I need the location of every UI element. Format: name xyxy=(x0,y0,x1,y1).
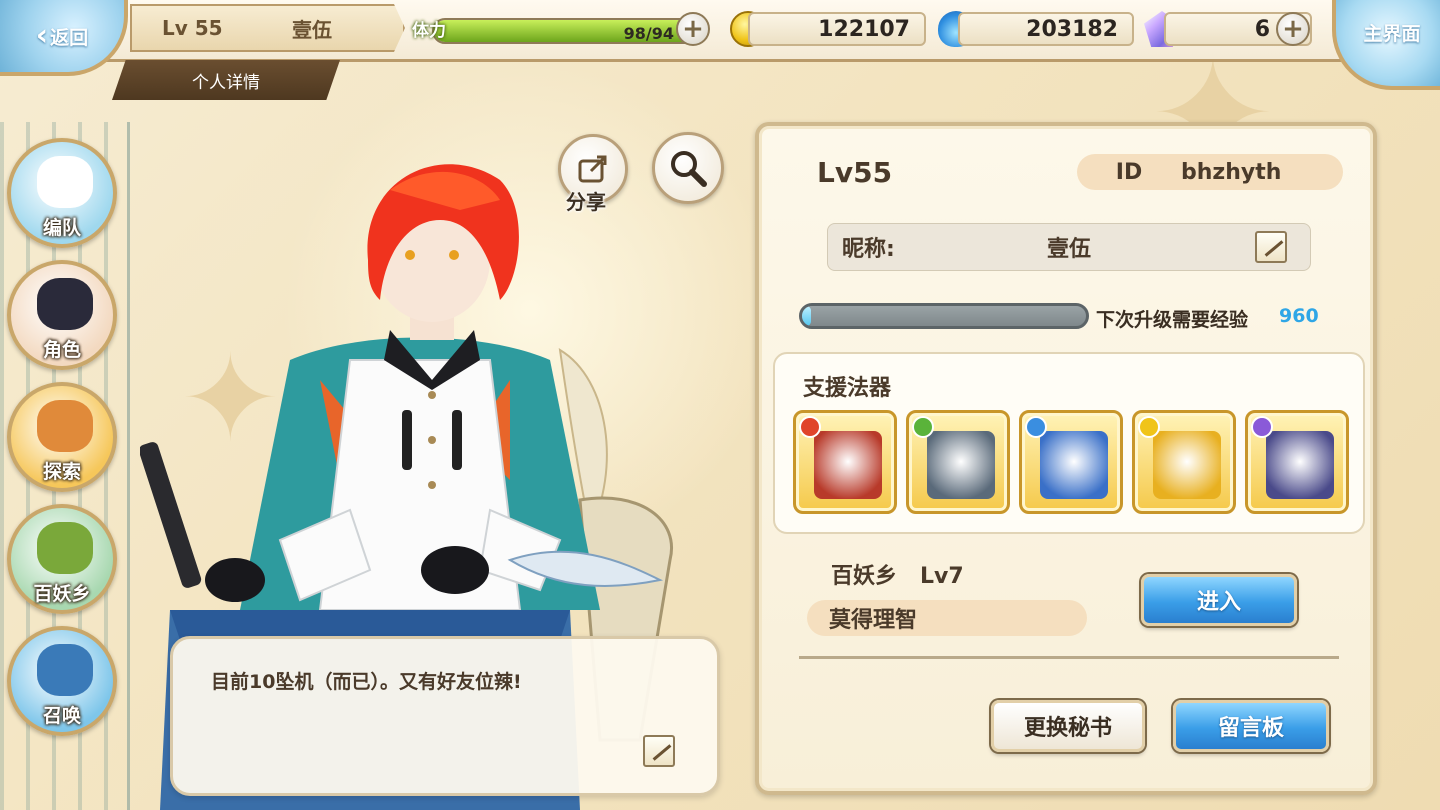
village-icon xyxy=(37,522,93,574)
shield-artifact-icon xyxy=(1040,431,1108,499)
explore-icon xyxy=(37,400,93,452)
support-artifacts-title: 支援法器 xyxy=(803,376,892,401)
enter-village-label: 进入 xyxy=(1196,590,1241,615)
edit-nickname-icon[interactable] xyxy=(1255,231,1287,263)
artifact-slot[interactable] xyxy=(1019,410,1123,514)
nav-character-label: 角色 xyxy=(42,339,81,361)
spirit-counter: 203182 xyxy=(958,12,1134,46)
add-crystal-button[interactable]: + xyxy=(1276,12,1310,46)
profile-id-label: ID xyxy=(1115,159,1143,185)
exp-fill xyxy=(802,306,811,326)
character-icon xyxy=(37,278,93,330)
change-secretary-label: 更换秘书 xyxy=(1023,716,1112,741)
player-level-plate: Lv 55 壹伍 xyxy=(130,4,405,52)
plus-icon: + xyxy=(1282,14,1304,44)
divider xyxy=(799,656,1339,659)
fan-artifact-icon xyxy=(814,431,882,499)
add-stamina-button[interactable]: + xyxy=(676,12,710,46)
message-board-label: 留言板 xyxy=(1217,716,1284,741)
left-nav: 编队 角色 探索 百妖乡 召唤 xyxy=(0,122,130,810)
nav-village[interactable]: 百妖乡 xyxy=(7,504,117,614)
fire-element-icon xyxy=(799,416,821,438)
team-icon xyxy=(37,156,93,208)
back-label: 返回 xyxy=(50,26,89,49)
stamina-value: 98/94 xyxy=(623,24,674,43)
nickname-field: 昵称: 壹伍 xyxy=(827,223,1311,271)
crystal-value: 6 xyxy=(1254,16,1270,42)
share-label: 分享 xyxy=(566,190,606,214)
stamina-label: 体力 xyxy=(412,21,446,41)
yokai-village-level: 百妖乡 Lv7 xyxy=(831,564,964,589)
gold-value: 122107 xyxy=(818,16,910,42)
magnifier-icon xyxy=(671,151,707,187)
speech-bubble: 目前10坠机（而已）。又有好友位辣! xyxy=(170,636,720,796)
back-button[interactable]: ‹ 返回 xyxy=(0,0,128,76)
change-secretary-button[interactable]: 更换秘书 xyxy=(991,700,1145,752)
spirit-value: 203182 xyxy=(1026,16,1118,42)
speech-text: 目前10坠机（而已）。又有好友位辣! xyxy=(211,671,522,693)
wind-element-icon xyxy=(912,416,934,438)
water-element-icon xyxy=(1025,416,1047,438)
nav-summon[interactable]: 召唤 xyxy=(7,626,117,736)
tab-personal-details[interactable]: 个人详情 xyxy=(112,60,340,100)
exp-value: 960 xyxy=(1279,305,1319,327)
gold-sword-artifact-icon xyxy=(1153,431,1221,499)
artifact-slot[interactable] xyxy=(1132,410,1236,514)
share-icon xyxy=(578,155,607,183)
plus-icon: + xyxy=(682,14,704,44)
nav-team-label: 编队 xyxy=(42,217,81,239)
nav-village-label: 百妖乡 xyxy=(33,583,91,605)
profile-id: ID bhzhyth xyxy=(1077,154,1343,190)
artifact-slot[interactable] xyxy=(906,410,1010,514)
message-board-button[interactable]: 留言板 xyxy=(1173,700,1329,752)
yokai-village-name-text: 莫得理智 xyxy=(829,608,918,633)
zoom-button[interactable] xyxy=(652,132,724,204)
profile-panel: Lv55 ID bhzhyth 昵称: 壹伍 下次升级需要经验 960 支援法器 xyxy=(755,122,1377,795)
profile-id-value: bhzhyth xyxy=(1181,159,1282,185)
enter-village-button[interactable]: 进入 xyxy=(1141,574,1297,626)
exp-label: 下次升级需要经验 xyxy=(1096,309,1249,331)
nickname-label: 昵称: xyxy=(842,237,895,262)
exp-bar xyxy=(799,303,1089,329)
gold-counter: 122107 xyxy=(748,12,926,46)
summon-icon xyxy=(37,644,93,696)
nav-explore-label: 探索 xyxy=(42,461,81,483)
stamina-bar: 体力 98/94 xyxy=(412,10,712,48)
artifact-slot[interactable] xyxy=(1245,410,1349,514)
artifact-slot[interactable] xyxy=(793,410,897,514)
support-artifacts-section: 支援法器 xyxy=(773,352,1365,534)
crossbow-artifact-icon xyxy=(927,431,995,499)
nav-summon-label: 召唤 xyxy=(42,705,81,727)
profile-level: Lv55 xyxy=(817,156,893,189)
home-label: 主界面 xyxy=(1363,22,1421,45)
back-arrow-icon: ‹ xyxy=(35,18,49,53)
dark-element-icon xyxy=(1251,416,1273,438)
nav-explore[interactable]: 探索 xyxy=(7,382,117,492)
nav-character[interactable]: 角色 xyxy=(7,260,117,370)
player-name: 壹伍 xyxy=(292,17,332,42)
tab-personal-details-label: 个人详情 xyxy=(192,72,260,93)
nav-team[interactable]: 编队 xyxy=(7,138,117,248)
edit-speech-icon[interactable] xyxy=(643,735,675,767)
player-level: Lv 55 xyxy=(162,16,223,40)
dark-sword-artifact-icon xyxy=(1266,431,1334,499)
light-element-icon xyxy=(1138,416,1160,438)
home-button[interactable]: 主界面 xyxy=(1332,0,1440,90)
yokai-village-name: 莫得理智 xyxy=(807,600,1087,636)
